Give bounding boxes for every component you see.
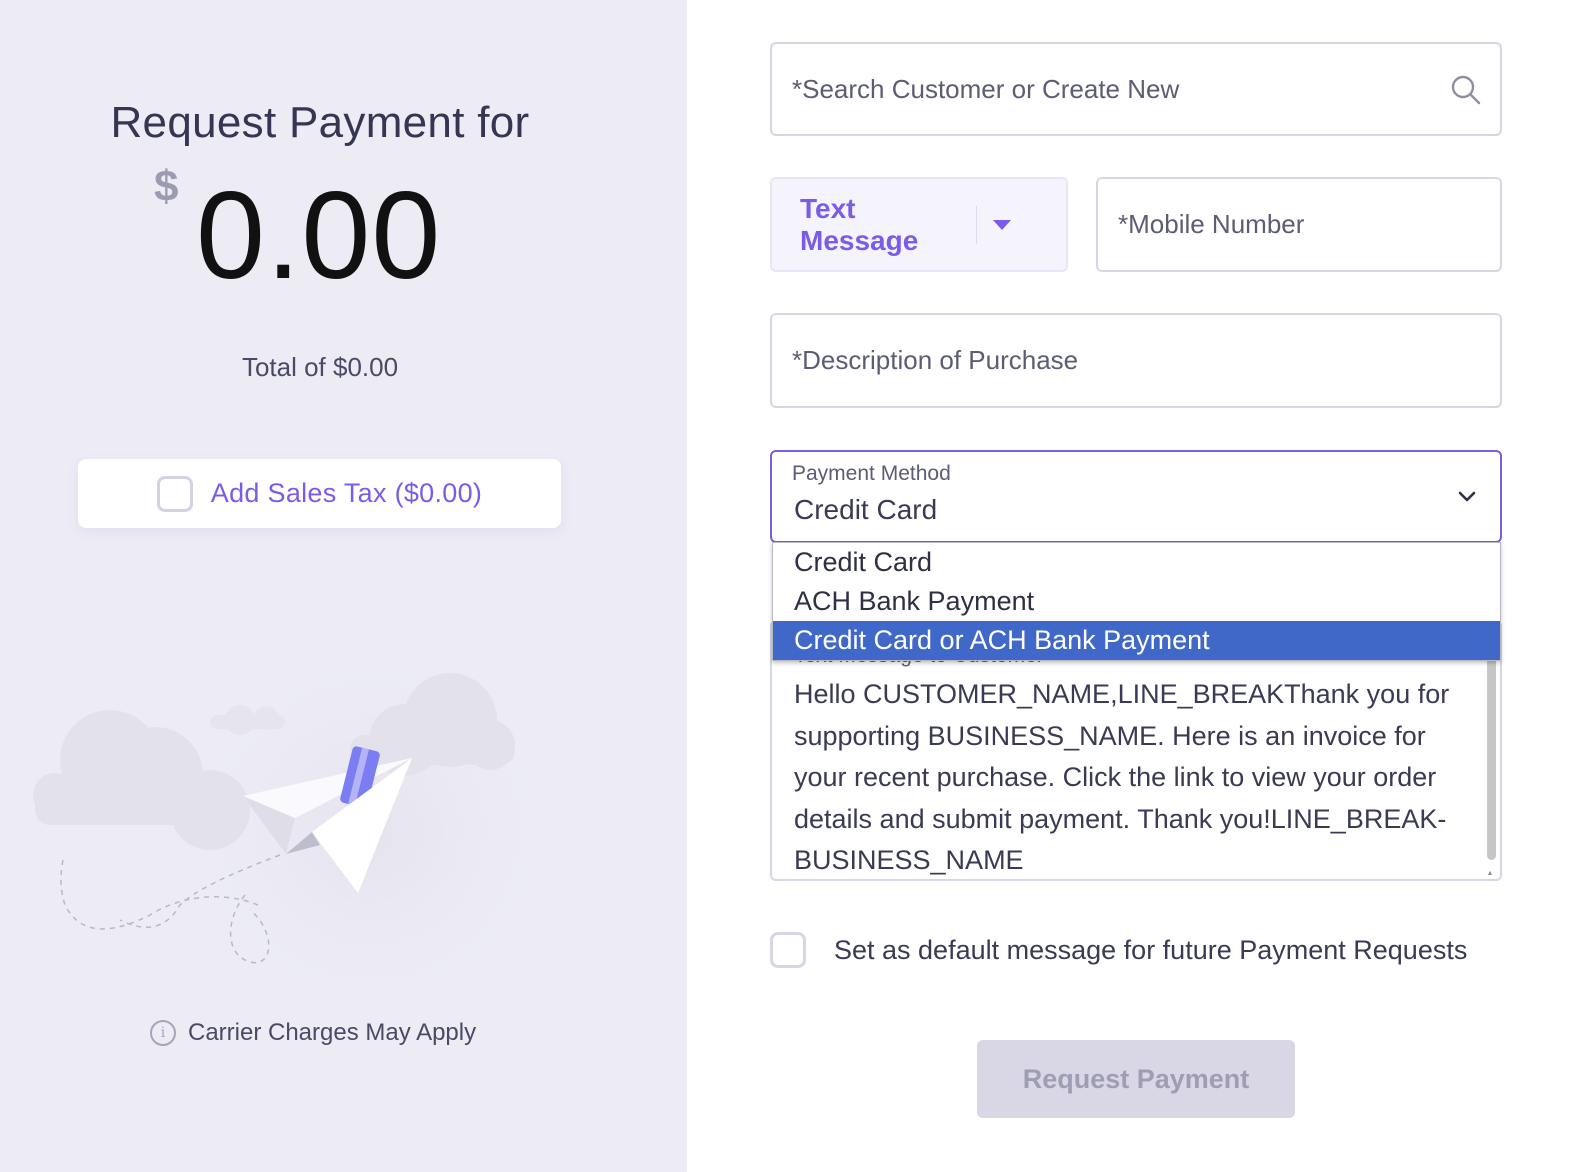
amount-value: 0.00 (196, 167, 442, 305)
set-default-label: Set as default message for future Paymen… (834, 934, 1468, 965)
channel-select[interactable]: Text Message (770, 177, 1068, 272)
payment-method-select[interactable]: Payment Method Credit Card (770, 450, 1502, 543)
customer-search-field (770, 42, 1502, 136)
customer-search-input[interactable] (772, 44, 1500, 134)
carrier-notice-text: Carrier Charges May Apply (188, 1019, 477, 1046)
dropdown-option-ach[interactable]: ACH Bank Payment (773, 582, 1500, 621)
payment-method-dropdown: Credit Card ACH Bank Payment Credit Card… (772, 542, 1501, 661)
channel-selected-label: Text Message (800, 192, 919, 256)
page-title: Request Payment for (110, 98, 530, 147)
chevron-down-icon[interactable] (1456, 486, 1478, 508)
carrier-notice: i Carrier Charges May Apply (150, 1019, 476, 1047)
total-text: Total of $0.00 (241, 352, 399, 382)
currency-symbol: $ (154, 162, 179, 211)
sales-tax-checkbox[interactable] (156, 475, 193, 512)
search-icon[interactable] (1450, 74, 1482, 106)
sales-tax-label: Add Sales Tax ($0.00) (210, 478, 483, 508)
set-default-toggle[interactable]: Set as default message for future Paymen… (770, 932, 1467, 968)
payment-method-label: Payment Method (792, 462, 951, 485)
set-default-checkbox[interactable] (770, 932, 806, 968)
message-scrollbar[interactable] (1487, 652, 1496, 860)
paper-plane-illustration (33, 650, 570, 980)
payment-method-value: Credit Card (794, 494, 938, 525)
message-textarea[interactable]: Hello CUSTOMER_NAME,LINE_BREAKThank you … (794, 674, 1474, 879)
resize-handle-icon[interactable]: ▴ (1488, 869, 1496, 877)
mobile-number-input[interactable] (1098, 179, 1500, 270)
add-sales-tax-toggle[interactable]: Add Sales Tax ($0.00) (78, 459, 561, 528)
payment-summary-panel: Request Payment for $ 0.00 Total of $0.0… (0, 0, 687, 1172)
mobile-number-field (1096, 177, 1502, 272)
dropdown-option-credit-card[interactable]: Credit Card (773, 543, 1500, 582)
info-icon: i (150, 1020, 176, 1046)
description-field (770, 313, 1502, 408)
dropdown-option-credit-or-ach[interactable]: Credit Card or ACH Bank Payment (773, 621, 1500, 660)
caret-down-icon[interactable] (993, 219, 1011, 230)
request-payment-button[interactable]: Request Payment (977, 1040, 1295, 1118)
description-input[interactable] (772, 315, 1500, 406)
channel-divider (976, 205, 977, 244)
